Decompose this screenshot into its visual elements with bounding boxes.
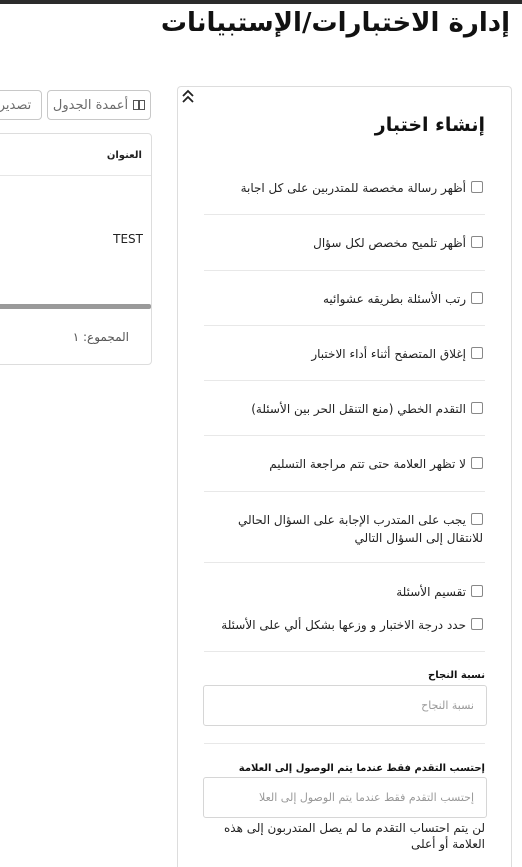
table-total: المجموع: ١ — [72, 330, 129, 344]
option-custom-hint-label: أظهر تلميح مخصص لكل سؤال — [313, 236, 466, 250]
divider — [204, 214, 485, 215]
option-custom-message-checkbox[interactable] — [471, 181, 483, 193]
export-button[interactable]: تصدير — [0, 90, 42, 120]
horizontal-scrollbar[interactable] — [0, 304, 151, 309]
option-random-order-checkbox[interactable] — [471, 292, 483, 304]
option-custom-message-label: أظهر رسالة مخصصة للمتدربين على كل اجابة — [240, 181, 466, 195]
option-hide-grade-checkbox[interactable] — [471, 457, 483, 469]
table-row[interactable]: TEST — [113, 232, 143, 246]
table-columns-button[interactable]: أعمدة الجدول — [47, 90, 151, 120]
divider — [204, 270, 485, 271]
option-hide-grade-label: لا تظهر العلامة حتى تتم مراجعة التسليم — [269, 457, 466, 471]
divider — [204, 562, 485, 563]
option-custom-hint-checkbox[interactable] — [471, 236, 483, 248]
option-auto-distribute-label: حدد درجة الاختبار و وزعها بشكل ألي على ا… — [221, 618, 466, 632]
collapse-chevron-icon[interactable] — [181, 88, 195, 106]
column-header-title[interactable]: العنوان — [107, 150, 142, 161]
page-title: إدارة الاختبارات/الإستبيانات — [160, 8, 510, 38]
option-split-questions-checkbox[interactable] — [471, 585, 483, 597]
progress-threshold-label: إحتسب التقدم فقط عندما يتم الوصول إلى ال… — [238, 763, 485, 774]
pass-rate-label: نسبة النجاح — [428, 670, 485, 681]
columns-icon — [133, 100, 146, 110]
pass-rate-input[interactable] — [203, 685, 487, 726]
divider — [204, 491, 485, 492]
tests-table: العنوان TEST المجموع: ١ — [0, 133, 152, 365]
divider — [204, 743, 485, 744]
divider — [204, 435, 485, 436]
progress-threshold-help: لن يتم احتساب التقدم ما لم يصل المتدربون… — [224, 821, 485, 851]
top-bar — [0, 0, 522, 4]
progress-threshold-input[interactable] — [203, 777, 487, 818]
option-lock-browser-label: إغلاق المتصفح أثناء أداء الاختبار — [311, 347, 466, 361]
option-split-questions-label: تقسيم الأسئلة — [396, 585, 466, 599]
divider — [204, 380, 485, 381]
table-columns-label: أعمدة الجدول — [52, 97, 129, 113]
table-header-divider — [0, 175, 151, 176]
create-test-panel: إنشاء اختبار أظهر رسالة مخصصة للمتدربين … — [177, 86, 512, 867]
export-label: تصدير — [0, 97, 32, 113]
option-must-answer-label: يجب على المتدرب الإجابة على السؤال الحال… — [238, 513, 483, 545]
divider — [204, 651, 485, 652]
option-linear-progress-label: التقدم الخطي (منع التنقل الحر بين الأسئل… — [251, 402, 466, 416]
panel-heading: إنشاء اختبار — [374, 114, 485, 136]
option-auto-distribute-checkbox[interactable] — [471, 618, 483, 630]
divider — [204, 325, 485, 326]
option-linear-progress-checkbox[interactable] — [471, 402, 483, 414]
option-random-order-label: رتب الأسئلة بطريقه عشوائيه — [322, 292, 466, 306]
option-lock-browser-checkbox[interactable] — [471, 347, 483, 359]
